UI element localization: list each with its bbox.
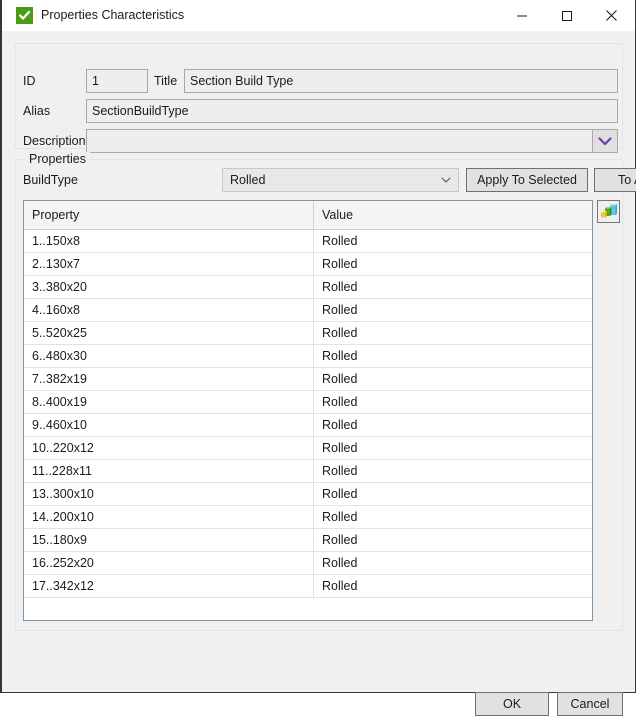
cell-property[interactable]: 8..400x19 [24,391,313,413]
title-input[interactable]: Section Build Type [184,69,618,93]
table-row[interactable]: 5..520x25Rolled [24,322,592,345]
cell-property[interactable]: 6..480x30 [24,345,313,367]
cell-property[interactable]: 3..380x20 [24,276,313,298]
cell-value[interactable]: Rolled [313,299,592,321]
table-row[interactable]: 3..380x20Rolled [24,276,592,299]
cell-property[interactable]: 5..520x25 [24,322,313,344]
cancel-button[interactable]: Cancel [557,692,623,716]
column-header-property[interactable]: Property [24,201,313,229]
description-combobox[interactable] [86,129,618,153]
cell-property[interactable]: 16..252x20 [24,552,313,574]
cell-property[interactable]: 14..200x10 [24,506,313,528]
ok-button[interactable]: OK [475,692,549,716]
alias-input[interactable]: SectionBuildType [86,99,618,123]
apply-to-selected-button[interactable]: Apply To Selected [466,168,588,192]
cell-property[interactable]: 17..342x12 [24,575,313,597]
cell-property[interactable]: 11..228x11 [24,460,313,482]
buildtype-combobox[interactable]: Rolled [222,168,459,192]
window-title: Properties Characteristics [41,0,184,31]
cell-value[interactable]: Rolled [313,437,592,459]
close-button[interactable] [589,0,634,31]
table-row[interactable]: 13..300x10Rolled [24,483,592,506]
table-row[interactable]: 14..200x10Rolled [24,506,592,529]
table-row[interactable]: 1..150x8Rolled [24,230,592,253]
grid-header-row: Property Value [24,201,592,230]
table-row[interactable]: 16..252x20Rolled [24,552,592,575]
properties-group-legend: Properties [25,152,90,166]
cell-value[interactable]: Rolled [313,322,592,344]
cell-property[interactable]: 4..160x8 [24,299,313,321]
properties-grid[interactable]: Property Value 1..150x8Rolled2..130x7Rol… [23,200,593,621]
cell-value[interactable]: Rolled [313,460,592,482]
cell-property[interactable]: 7..382x19 [24,368,313,390]
cell-property[interactable]: 2..130x7 [24,253,313,275]
chevron-down-icon[interactable] [592,130,617,152]
cell-value[interactable]: Rolled [313,391,592,413]
cell-value[interactable]: Rolled [313,529,592,551]
cell-value[interactable]: Rolled [313,506,592,528]
alias-label: Alias [23,104,50,118]
cell-value[interactable]: Rolled [313,253,592,275]
cell-value[interactable]: Rolled [313,230,592,252]
cell-value[interactable]: Rolled [313,575,592,597]
minimize-button[interactable] [499,0,544,31]
properties-group: Properties BuildType Rolled Apply To Sel… [15,159,623,631]
cell-property[interactable]: 9..460x10 [24,414,313,436]
table-row[interactable]: 9..460x10Rolled [24,414,592,437]
buildtype-label: BuildType [23,173,78,187]
dialog-window: Properties Characteristics ID 1 Title Se… [0,0,636,693]
table-row[interactable]: 17..342x12Rolled [24,575,592,598]
id-label: ID [23,74,36,88]
identification-panel: ID 1 Title Section Build Type Alias Sect… [15,43,623,149]
cell-value[interactable]: Rolled [313,368,592,390]
cell-property[interactable]: 1..150x8 [24,230,313,252]
table-row[interactable]: 7..382x19Rolled [24,368,592,391]
maximize-button[interactable] [544,0,589,31]
table-row[interactable]: 10..220x12Rolled [24,437,592,460]
id-input[interactable]: 1 [86,69,148,93]
cell-property[interactable]: 13..300x10 [24,483,313,505]
table-row[interactable]: 15..180x9Rolled [24,529,592,552]
dialog-client-area: ID 1 Title Section Build Type Alias Sect… [2,31,635,692]
table-row[interactable]: 4..160x8Rolled [24,299,592,322]
cell-value[interactable]: Rolled [313,483,592,505]
grid-body: 1..150x8Rolled2..130x7Rolled3..380x20Rol… [24,230,592,598]
column-header-value[interactable]: Value [313,201,592,229]
buildtype-combobox-value: Rolled [230,169,436,191]
cell-value[interactable]: Rolled [313,414,592,436]
to-all-button[interactable]: To All [594,168,636,192]
title-bar: Properties Characteristics [2,0,635,32]
cell-value[interactable]: Rolled [313,276,592,298]
table-row[interactable]: 2..130x7Rolled [24,253,592,276]
chevron-down-icon[interactable] [441,169,451,191]
cell-value[interactable]: Rolled [313,345,592,367]
cell-property[interactable]: 15..180x9 [24,529,313,551]
3d-bar-chart-icon[interactable] [597,200,620,223]
table-row[interactable]: 6..480x30Rolled [24,345,592,368]
cell-property[interactable]: 10..220x12 [24,437,313,459]
cell-value[interactable]: Rolled [313,552,592,574]
title-label: Title [154,74,177,88]
table-row[interactable]: 8..400x19Rolled [24,391,592,414]
green-check-icon [16,7,33,24]
description-label: Description [23,134,86,148]
table-row[interactable]: 11..228x11Rolled [24,460,592,483]
